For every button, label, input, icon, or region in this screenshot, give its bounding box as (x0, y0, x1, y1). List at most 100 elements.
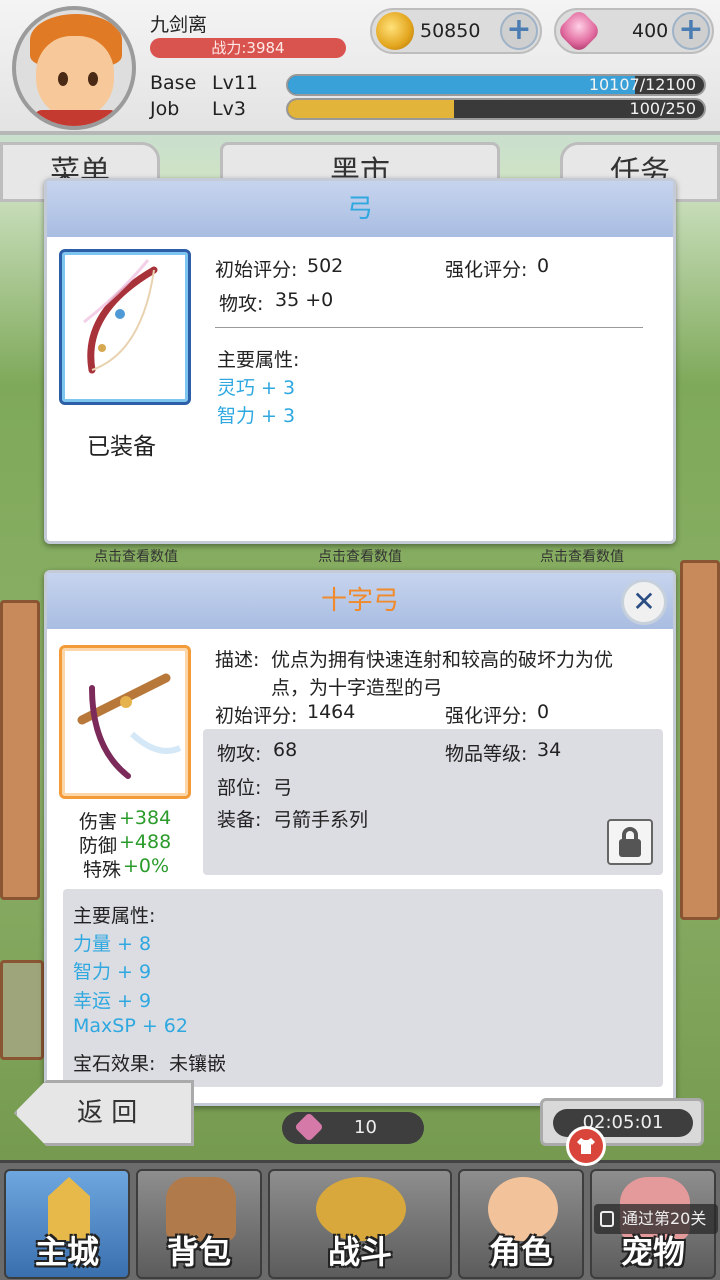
compare-damage-label: 伤害 (79, 811, 118, 833)
base-level-value: Lv11 (212, 72, 259, 94)
compare-defense-label: 防御 (79, 835, 118, 857)
divider (215, 327, 643, 328)
attr-luck: 幸运 + 9 (73, 990, 152, 1012)
dialog-title: 弓 (47, 181, 673, 237)
main-attr-label: 主要属性: (217, 349, 300, 371)
attack-label: 物攻: (217, 743, 262, 765)
gem-icon (294, 1112, 324, 1142)
item-stats-panel: 物攻: 68 物品等级: 34 部位: 弓 装备: 弓箭手系列 (203, 729, 663, 875)
item-level-value: 34 (537, 739, 562, 761)
nav-label: 战斗 (327, 1233, 392, 1271)
attack-value: 68 (273, 739, 298, 761)
background-house (680, 560, 720, 920)
hint-view-stats[interactable]: 点击查看数值 (94, 546, 178, 566)
equipped-item-dialog: 弓 已装备 初始评分: 502 强化评分: 0 物攻: 35 +0 主要属性: … (44, 178, 676, 544)
job-exp-bar: 100/250 (286, 98, 706, 120)
nav-main-city[interactable]: 主城 (4, 1169, 130, 1279)
gem-counter-top: 400 + (554, 8, 714, 54)
crossbow-icon (77, 673, 182, 779)
character-notification-badge (566, 1126, 606, 1166)
enhance-score-value: 0 (537, 255, 550, 277)
item-detail-dialog: 十字弓 ✕ 伤害 +384 防御 +488 特殊 +0% 描述: 优点为拥有快速… (44, 570, 676, 1106)
base-level-label: Base (150, 72, 197, 94)
compare-special-label: 特殊 (83, 859, 122, 881)
hint-view-stats[interactable]: 点击查看数值 (540, 546, 624, 566)
description-line-1: 优点为拥有快速连射和较高的破坏力为优 (271, 649, 614, 671)
enhance-score-value: 0 (537, 701, 550, 723)
add-coins-button[interactable]: + (500, 12, 538, 50)
gem-icon (556, 8, 602, 54)
attack-value: 35 +0 (275, 289, 334, 311)
gem-counter-bottom: 10 (282, 1112, 424, 1144)
player-name: 九剑离 (150, 14, 208, 36)
item-attributes-panel: 主要属性: 力量 + 8 智力 + 9 幸运 + 9 MaxSP + 62 宝石… (63, 889, 663, 1087)
enhance-score-label: 强化评分: (445, 259, 528, 281)
gem-effect-value: 未镶嵌 (169, 1053, 227, 1075)
top-hud: 九剑离 战力:3984 50850 + 400 + Base Lv11 1010… (0, 0, 720, 135)
nav-label: 主城 (34, 1233, 99, 1271)
bow-icon (83, 259, 158, 374)
coin-icon (376, 12, 414, 50)
item-level-label: 物品等级: (445, 743, 528, 765)
timer-box: 02:05:01 (540, 1098, 704, 1146)
base-exp-fill (288, 76, 636, 94)
gem-count-value: 10 (354, 1117, 377, 1138)
dialog-title: 十字弓 (47, 573, 673, 629)
description-line-2: 点，为十字造型的弓 (271, 677, 443, 699)
gem-value: 400 (632, 20, 669, 42)
background-house (0, 960, 44, 1060)
avatar-face (36, 36, 114, 118)
nav-battle[interactable]: 战斗 (268, 1169, 452, 1279)
avatar[interactable] (12, 6, 136, 130)
description-label: 描述: (215, 649, 260, 671)
slot-label: 部位: (217, 777, 262, 799)
pet-locked-hint: 通过第20关 (594, 1204, 718, 1234)
job-level-value: Lv3 (212, 98, 246, 120)
back-button[interactable]: 返 回 (14, 1080, 194, 1146)
background-house (0, 600, 40, 900)
equipped-status: 已装备 (87, 434, 156, 460)
nav-backpack[interactable]: 背包 (136, 1169, 262, 1279)
main-attr-label: 主要属性: (73, 905, 156, 927)
initial-score-label: 初始评分: (215, 259, 298, 281)
equipped-item-icon-frame[interactable] (59, 249, 191, 405)
item-icon-frame[interactable] (59, 645, 191, 799)
coin-value: 50850 (420, 20, 481, 42)
lock-icon-body (619, 839, 641, 857)
avatar-eye (88, 72, 98, 86)
hint-view-stats[interactable]: 点击查看数值 (318, 546, 402, 566)
job-exp-fill (288, 100, 455, 118)
compare-damage-value: +384 (119, 807, 172, 829)
attr-intelligence: 智力 + 3 (217, 405, 296, 427)
initial-score-label: 初始评分: (215, 705, 298, 727)
attr-agility: 灵巧 + 3 (217, 377, 296, 399)
avatar-eye (58, 72, 68, 86)
lock-icon (600, 1211, 614, 1227)
initial-score-value: 1464 (307, 701, 356, 723)
base-exp-text: 10107/12100 (588, 75, 696, 94)
attr-maxsp: MaxSP + 62 (73, 1015, 188, 1037)
compare-defense-value: +488 (119, 831, 172, 853)
nav-character[interactable]: 角色 (458, 1169, 584, 1279)
initial-score-value: 502 (307, 255, 344, 277)
attack-label: 物攻: (219, 293, 264, 315)
avatar-scarf (34, 110, 118, 126)
nav-label: 背包 (166, 1233, 231, 1271)
pet-locked-text: 通过第20关 (622, 1209, 707, 1228)
slot-value: 弓 (273, 777, 293, 799)
attr-strength: 力量 + 8 (73, 933, 152, 955)
coin-counter: 50850 + (370, 8, 542, 54)
compare-special-value: +0% (123, 855, 170, 877)
gem-effect-label: 宝石效果: (73, 1053, 156, 1075)
base-exp-bar: 10107/12100 (286, 74, 706, 96)
add-gems-button[interactable]: + (672, 12, 710, 50)
enhance-score-label: 强化评分: (445, 705, 528, 727)
equip-class-label: 装备: (217, 809, 262, 831)
lock-button[interactable] (607, 819, 653, 865)
equip-class-value: 弓箭手系列 (273, 809, 369, 831)
nav-label: 角色 (488, 1233, 553, 1271)
shirt-icon (577, 1138, 595, 1154)
close-button[interactable]: ✕ (621, 579, 667, 625)
attr-intelligence: 智力 + 9 (73, 961, 152, 983)
job-exp-text: 100/250 (629, 99, 696, 118)
